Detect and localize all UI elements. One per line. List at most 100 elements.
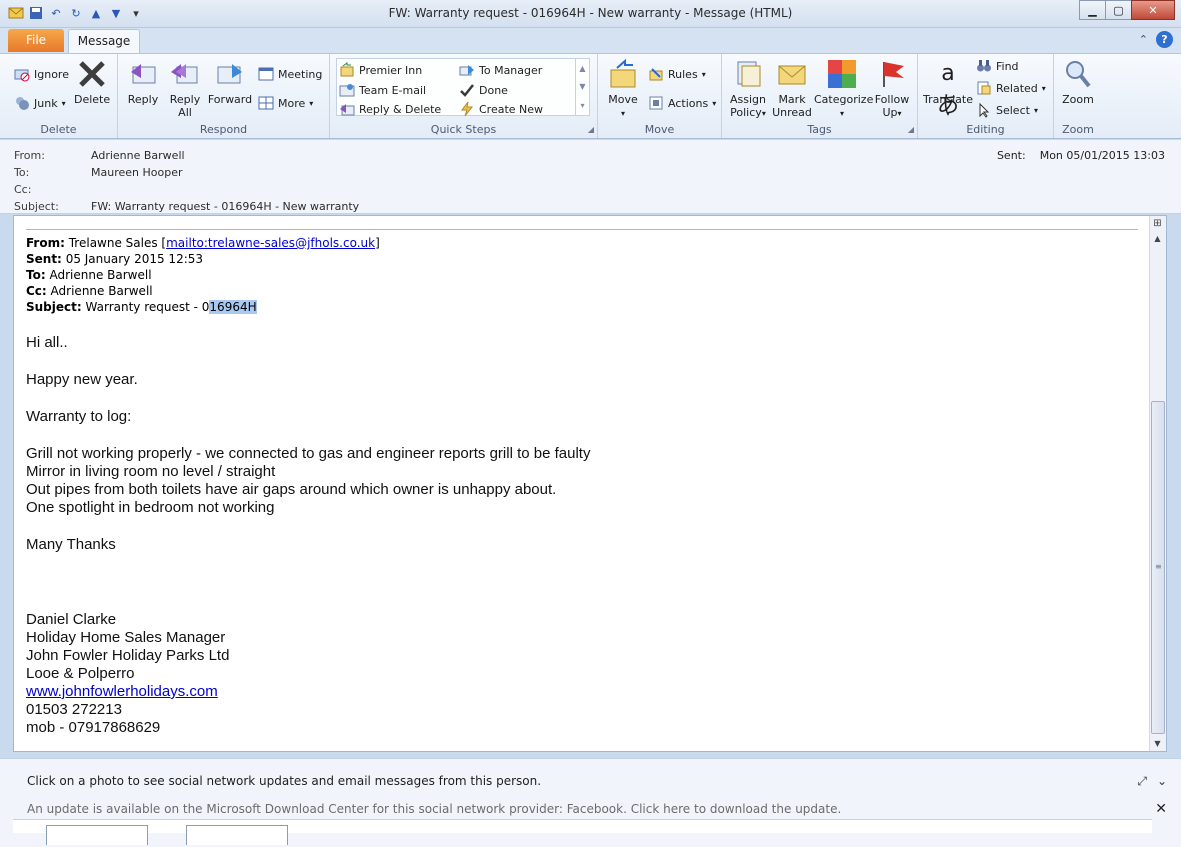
quick-step-create-new[interactable]: Create New: [459, 100, 543, 118]
group-respond: Reply Reply All Forward Meeting More ▾ Re…: [118, 54, 330, 138]
actions-button[interactable]: Actions ▾: [648, 94, 716, 112]
delete-x-icon: [76, 58, 108, 90]
ignore-button[interactable]: Ignore: [14, 65, 69, 83]
greeting: Hi all..: [26, 334, 68, 351]
quick-steps-gallery: Premier Inn To Manager Team E-mail Done …: [336, 58, 590, 118]
group-label-respond: Respond: [199, 123, 248, 136]
binoculars-icon: [976, 58, 992, 74]
mark-unread-button[interactable]: Mark Unread: [770, 58, 814, 119]
quick-step-premier-inn[interactable]: Premier Inn: [339, 61, 422, 79]
related-button[interactable]: Related ▾: [976, 79, 1046, 97]
maximize-icon[interactable]: ▢: [1105, 0, 1132, 20]
website-link[interactable]: www.johnfowlerholidays.com: [26, 683, 590, 701]
group-label-zoom: Zoom: [1062, 123, 1094, 136]
find-button[interactable]: Find: [976, 57, 1019, 75]
scroll-up-arrow-icon[interactable]: ▲: [1150, 231, 1165, 246]
lightning-icon: [459, 101, 475, 117]
forward-icon: [214, 58, 246, 90]
move-folder-icon: [607, 58, 639, 90]
list-item: Mirror in living room no level / straigh…: [26, 463, 276, 480]
assign-policy-button[interactable]: Assign Policy▾: [726, 58, 770, 120]
vertical-scrollbar[interactable]: ⊞ ▲ ≡ ▼: [1149, 216, 1166, 751]
junk-button[interactable]: Junk ▾: [14, 94, 66, 112]
translate-icon: aあ: [936, 61, 959, 118]
actions-icon: [648, 95, 664, 111]
rules-icon: [648, 66, 664, 82]
envelope-icon: [776, 58, 808, 90]
ruler-icon[interactable]: ⊞: [1150, 216, 1165, 231]
signature-company: John Fowler Holiday Parks Ltd: [26, 647, 230, 664]
update-notice[interactable]: An update is available on the Microsoft …: [27, 802, 841, 816]
message-text: Hi all.. Happy new year. Warranty to log…: [26, 334, 590, 737]
thanks-line: Many Thanks: [26, 536, 116, 553]
delete-button[interactable]: Delete: [74, 58, 110, 106]
forward-button[interactable]: Forward: [206, 58, 254, 106]
folder-arrow-icon: [339, 62, 355, 78]
group-label-move: Move: [644, 123, 675, 136]
scroll-thumb[interactable]: ≡: [1151, 401, 1165, 734]
warranty-intro: Warranty to log:: [26, 408, 132, 425]
meeting-button[interactable]: Meeting: [258, 65, 322, 83]
group-label-quick-steps: Quick Steps: [430, 123, 497, 136]
sender-name[interactable]: Adrienne Barwell: [91, 149, 185, 162]
tab-file[interactable]: File: [8, 29, 64, 52]
group-zoom: Zoom Zoom: [1054, 54, 1102, 138]
contact-photo-tile[interactable]: [46, 825, 148, 845]
help-icon[interactable]: ?: [1156, 31, 1173, 48]
more-respond-button[interactable]: More ▾: [258, 94, 313, 112]
dismiss-notice-icon[interactable]: ✕: [1155, 801, 1167, 817]
header-cc: Cc:: [14, 183, 32, 196]
sent-date: Mon 05/01/2015 13:03: [1039, 149, 1165, 162]
reply-button[interactable]: Reply: [126, 58, 160, 106]
scroll-up-icon[interactable]: ▲: [579, 64, 585, 73]
reply-delete-icon: [339, 101, 355, 117]
close-icon[interactable]: ✕: [1131, 0, 1175, 20]
select-button[interactable]: Select ▾: [976, 101, 1038, 119]
checkmark-icon: [459, 82, 475, 98]
follow-up-button[interactable]: Follow Up▾: [872, 58, 912, 120]
group-label-tags: Tags: [807, 123, 832, 136]
tab-message[interactable]: Message: [68, 29, 140, 53]
zoom-button[interactable]: Zoom: [1060, 58, 1096, 106]
assign-policy-icon: [732, 58, 764, 90]
mailto-link[interactable]: mailto:trelawne-sales@jfhols.co.uk: [166, 236, 375, 250]
quick-step-to-manager[interactable]: To Manager: [459, 61, 542, 79]
original-message-header: From: Trelawne Sales [mailto:trelawne-sa…: [26, 236, 380, 314]
reply-icon: [127, 58, 159, 90]
cursor-icon: [976, 102, 992, 118]
move-button[interactable]: Move ▾: [606, 58, 640, 120]
quick-step-done[interactable]: Done: [459, 81, 508, 99]
recipient-name[interactable]: Maureen Hooper: [91, 166, 183, 179]
signature-location: Looe & Polperro: [26, 665, 135, 682]
window-title: FW: Warranty request - 016964H - New war…: [388, 6, 793, 20]
scroll-down-icon[interactable]: ▼: [579, 82, 585, 91]
related-icon: [976, 80, 992, 96]
quick-step-reply-delete[interactable]: Reply & Delete: [339, 100, 441, 118]
ignore-icon: [14, 66, 30, 82]
header-subject: Subject: FW: Warranty request - 016964H …: [14, 200, 360, 213]
reply-all-button[interactable]: Reply All: [166, 58, 204, 119]
list-item: One spotlight in bedroom not working: [26, 499, 275, 516]
header-sent: Sent: Mon 05/01/2015 13:03: [996, 149, 1165, 162]
quick-step-team-email[interactable]: Team E-mail: [339, 81, 426, 99]
header-to: To: Maureen Hooper: [14, 166, 183, 179]
group-label-delete: Delete: [40, 123, 77, 136]
expand-pane-icon[interactable]: ⤢: [1137, 774, 1147, 789]
dialog-launcher-icon[interactable]: ◢: [588, 125, 594, 134]
rules-button[interactable]: Rules ▾: [648, 65, 706, 83]
tags-dialog-launcher-icon[interactable]: ◢: [908, 125, 914, 134]
quick-steps-scroll[interactable]: ▲ ▼ ▾: [575, 59, 589, 115]
message-body[interactable]: From: Trelawne Sales [mailto:trelawne-sa…: [13, 215, 1167, 752]
grip-icon: ≡: [1155, 562, 1162, 571]
scroll-down-arrow-icon[interactable]: ▼: [1150, 736, 1165, 751]
warranty-items: Grill not working properly - we connecte…: [26, 445, 590, 517]
translate-button[interactable]: aあ Translate ▾: [922, 58, 974, 120]
more-options-icon[interactable]: ▾: [580, 101, 584, 110]
collapse-chevron-icon[interactable]: ⌄: [1157, 774, 1167, 789]
new-year-line: Happy new year.: [26, 371, 138, 388]
categorize-button[interactable]: Categorize ▾: [814, 58, 873, 120]
minimize-icon[interactable]: ▁: [1079, 0, 1106, 20]
signature-mobile: mob - 07917868629: [26, 719, 161, 736]
minimize-ribbon-icon[interactable]: ⌃: [1139, 33, 1148, 46]
contact-photo-tile[interactable]: [186, 825, 288, 845]
